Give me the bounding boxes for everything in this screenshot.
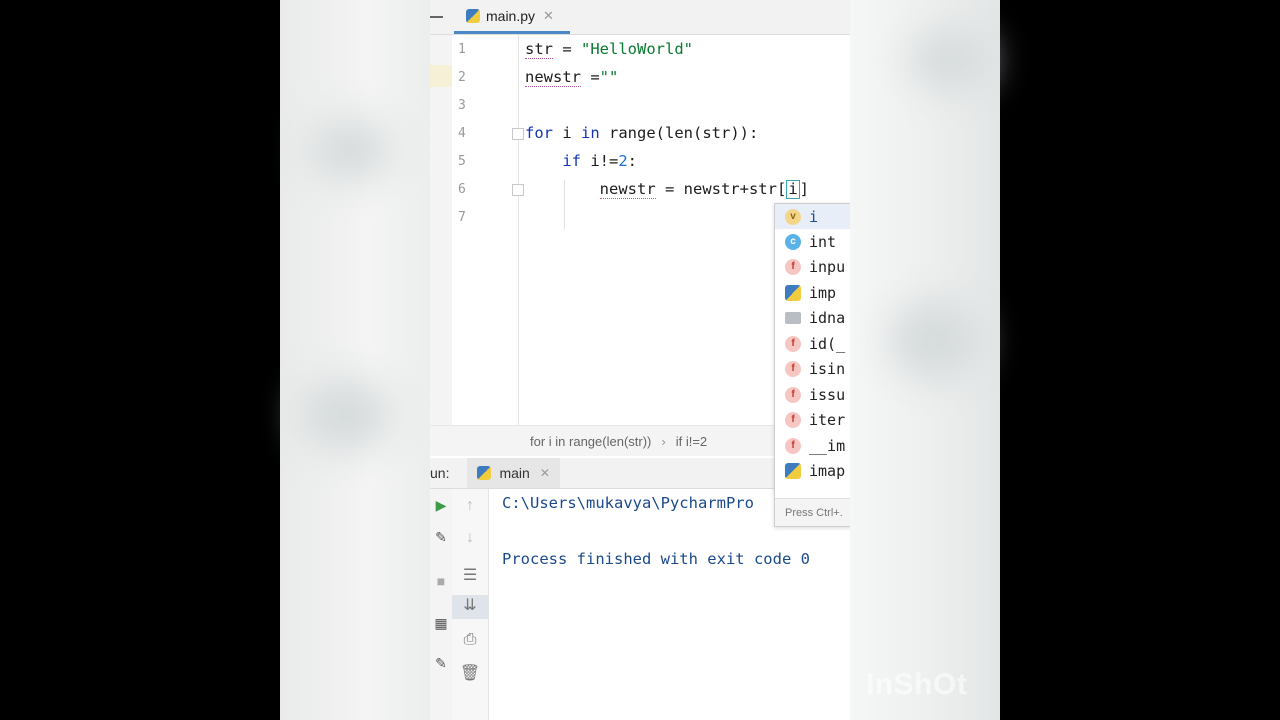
autocomplete-item-label: issu bbox=[809, 385, 846, 404]
code-line-2: newstr ="" bbox=[525, 68, 619, 87]
python-module-icon bbox=[785, 462, 801, 479]
autocomplete-item[interactable]: v i bbox=[775, 204, 850, 229]
function-icon: f bbox=[785, 386, 801, 403]
autocomplete-item-label: id(_ bbox=[809, 334, 846, 353]
run-panel-title: un: bbox=[430, 465, 450, 481]
function-icon: f bbox=[785, 258, 801, 275]
run-tab-main[interactable]: main ✕ bbox=[467, 458, 560, 488]
line-number: 6 bbox=[458, 182, 466, 197]
pin-icon[interactable]: ✎ bbox=[430, 655, 452, 672]
line-number: 5 bbox=[458, 154, 466, 169]
stop-icon[interactable]: ■ bbox=[430, 573, 452, 589]
python-file-icon bbox=[466, 8, 480, 23]
console-output-exit: Process finished with exit code 0 bbox=[502, 550, 810, 568]
autocomplete-footer-hint: Press Ctrl+. bbox=[775, 498, 850, 526]
autocomplete-item-label: imp bbox=[809, 283, 837, 302]
breadcrumb-item[interactable]: for i in range(len(str)) bbox=[530, 434, 651, 449]
autocomplete-item[interactable]: f __im bbox=[775, 433, 850, 458]
line-number: 1 bbox=[458, 42, 466, 57]
blurred-background-right bbox=[850, 0, 1000, 720]
inshot-watermark: InShOt bbox=[866, 668, 968, 701]
autocomplete-item-label: i bbox=[809, 207, 819, 226]
blurred-background-left bbox=[280, 0, 430, 720]
autocomplete-item[interactable]: imap bbox=[775, 458, 850, 483]
ide-window: main.py ✕ 1 2 3 4 5 6 7 str = "HelloWorl… bbox=[430, 0, 850, 720]
code-line-6: newstr = newstr+str[i] bbox=[599, 180, 809, 199]
close-icon[interactable]: ✕ bbox=[540, 466, 550, 480]
class-icon: c bbox=[785, 233, 801, 250]
function-icon: f bbox=[785, 335, 801, 352]
autocomplete-item[interactable]: f iter bbox=[775, 407, 850, 432]
autocomplete-item-label: iter bbox=[809, 410, 846, 429]
folder-icon bbox=[785, 311, 801, 324]
fold-icon[interactable] bbox=[512, 184, 524, 196]
code-line-1: str = "HelloWorld" bbox=[525, 40, 693, 59]
editor-tab-bar: main.py ✕ bbox=[430, 0, 850, 35]
autocomplete-item[interactable]: f id(_ bbox=[775, 331, 850, 356]
autocomplete-item[interactable]: idna bbox=[775, 305, 850, 330]
autocomplete-item[interactable]: f inpu bbox=[775, 254, 850, 279]
variable-icon: v bbox=[785, 208, 801, 225]
code-line-4: for i in range(len(str)): bbox=[525, 124, 759, 142]
breadcrumb-item[interactable]: if i!=2 bbox=[676, 434, 707, 449]
autocomplete-item[interactable]: imp bbox=[775, 280, 850, 305]
fold-icon[interactable] bbox=[512, 128, 524, 140]
function-icon: f bbox=[785, 411, 801, 428]
arrow-down-icon[interactable]: ↓ bbox=[452, 529, 488, 547]
python-module-icon bbox=[785, 284, 801, 301]
run-console-toolbar: ↑ ↓ ☰ ⇊ ⎙ 🗑 bbox=[452, 489, 489, 720]
autocomplete-item[interactable]: f issu bbox=[775, 382, 850, 407]
code-line-5: if i!=2: bbox=[562, 152, 638, 170]
console-output-path: C:\Users\mukavya\PycharmPro bbox=[502, 494, 754, 512]
autocomplete-item[interactable]: c int bbox=[775, 229, 850, 254]
autocomplete-item-label: isin bbox=[809, 359, 846, 378]
run-tab-label: main bbox=[499, 465, 530, 481]
line-number: 7 bbox=[458, 210, 466, 225]
python-file-icon bbox=[477, 466, 492, 480]
gutter-strip bbox=[430, 35, 452, 425]
breadcrumb-separator: › bbox=[661, 433, 666, 449]
run-icon[interactable]: ▶ bbox=[430, 497, 452, 514]
line-gutter: 1 2 3 4 5 6 7 bbox=[430, 35, 524, 425]
line-number: 2 bbox=[458, 70, 466, 85]
tab-main-py[interactable]: main.py ✕ bbox=[454, 0, 570, 34]
autocomplete-item-label: inpu bbox=[809, 257, 846, 276]
arrow-up-icon[interactable]: ↑ bbox=[452, 497, 488, 515]
print-icon[interactable]: ⎙ bbox=[452, 631, 488, 649]
tab-menu-icon[interactable] bbox=[430, 16, 443, 18]
close-icon[interactable]: ✕ bbox=[543, 8, 554, 24]
autocomplete-item-label: __im bbox=[809, 436, 846, 455]
line-number: 4 bbox=[458, 126, 466, 141]
line-number: 3 bbox=[458, 98, 466, 113]
change-marker bbox=[430, 65, 452, 87]
layout-icon[interactable]: ▦ bbox=[430, 615, 452, 632]
autocomplete-popup: v i c int f inpu imp idna f id(_ f isin … bbox=[774, 203, 850, 527]
soft-wrap-icon[interactable]: ☰ bbox=[452, 565, 488, 585]
autocomplete-item-label: idna bbox=[809, 308, 846, 327]
trash-icon[interactable]: 🗑 bbox=[452, 663, 488, 683]
function-icon: f bbox=[785, 360, 801, 377]
autocomplete-item[interactable]: f isin bbox=[775, 356, 850, 381]
autocomplete-item-label: imap bbox=[809, 461, 846, 480]
wrench-icon[interactable]: ✎ bbox=[430, 529, 452, 546]
tab-label: main.py bbox=[486, 7, 536, 24]
scroll-to-end-icon[interactable]: ⇊ bbox=[452, 595, 488, 619]
function-icon: f bbox=[785, 437, 801, 454]
text-cursor: i bbox=[786, 180, 800, 199]
run-side-toolbar: ▶ ✎ ■ ▦ ✎ bbox=[430, 489, 452, 720]
autocomplete-item-label: int bbox=[809, 232, 837, 251]
